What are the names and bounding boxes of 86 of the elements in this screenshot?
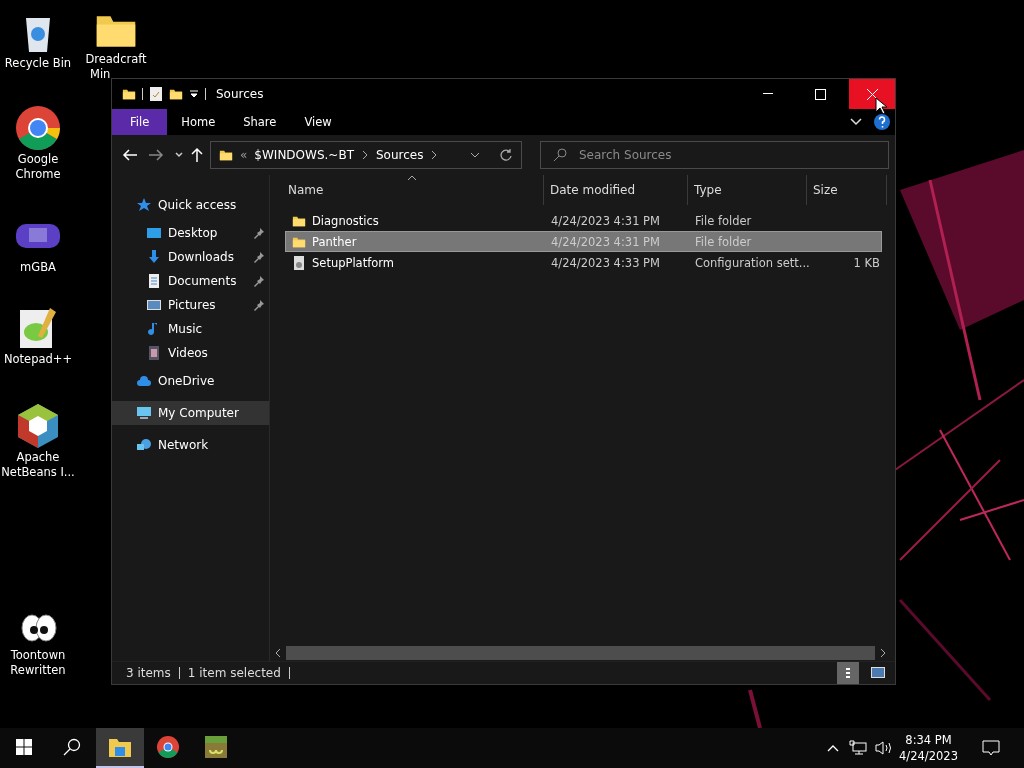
chevron-down-icon[interactable]	[470, 150, 480, 160]
file-name-cell: SetupPlatform	[286, 254, 545, 271]
desktop-icon-label[interactable]: Apache NetBeans I...	[0, 450, 76, 480]
desktop-icon-label[interactable]: Dreadcraft	[85, 52, 147, 67]
minimize-icon	[763, 93, 773, 95]
properties-icon[interactable]	[149, 86, 163, 102]
chevron-right-icon	[360, 150, 369, 160]
file-row[interactable]: Diagnostics 4/24/2023 4:31 PM File folder	[285, 210, 882, 231]
address-bar[interactable]: « $WINDOWS.~BT Sources	[210, 141, 522, 169]
navigation-item[interactable]: Music	[112, 317, 269, 341]
desktop-icon-label[interactable]: mGBA	[20, 260, 56, 275]
clock[interactable]: 8:34 PM 4/24/2023	[899, 732, 958, 764]
close-icon	[866, 88, 878, 100]
speaker-icon[interactable]	[875, 740, 894, 756]
desktop-icon-label[interactable]: Notepad++	[3, 352, 73, 367]
maximize-icon	[814, 88, 826, 100]
desktop-icon-label[interactable]: Min	[90, 67, 111, 82]
file-name-cell: Diagnostics	[286, 213, 545, 228]
column-header[interactable]: Date modified	[544, 175, 688, 205]
desktop-icon-label[interactable]: Google Chrome	[0, 152, 76, 182]
dropdown-icon[interactable]	[189, 89, 199, 99]
window-title: Sources	[216, 87, 265, 101]
network-icon[interactable]	[849, 740, 868, 756]
chrome-icon	[156, 735, 180, 759]
new-folder-icon	[169, 87, 183, 101]
column-header[interactable]: Name	[282, 175, 544, 205]
document-icon	[146, 273, 162, 289]
desktop-icon	[146, 225, 162, 241]
grass-block-icon	[204, 735, 228, 759]
recent-locations-icon[interactable]	[174, 150, 184, 160]
column-header[interactable]: Size	[807, 175, 887, 205]
film-icon	[146, 345, 162, 361]
ribbon-tab[interactable]: View	[290, 109, 346, 135]
folder-icon	[122, 87, 136, 101]
navigation-item[interactable]: Downloads	[112, 245, 269, 269]
navigation-item[interactable]: OneDrive	[112, 369, 269, 393]
size-cell-text: 1 KB	[852, 255, 880, 270]
folder-icon	[219, 148, 233, 162]
type-cell-text: File folder	[694, 234, 753, 249]
status-text: 1 item selected	[187, 666, 281, 680]
star-icon	[136, 197, 152, 213]
file-name-cell: Panther	[286, 234, 545, 249]
computer-icon	[136, 405, 152, 421]
navigation-item[interactable]: Network	[112, 433, 269, 457]
desktop-icon-label[interactable]: Toontown Rewritten	[0, 648, 76, 678]
type-cell-text: Configuration sett...	[694, 255, 811, 270]
chrome-icon	[14, 104, 62, 152]
pictures-icon	[146, 297, 162, 313]
windows-logo-icon	[16, 739, 32, 755]
details-view-icon[interactable]	[837, 662, 859, 684]
navigation-item[interactable]: Documents	[112, 269, 269, 293]
type-cell-text: File folder	[694, 213, 753, 228]
navigation-item[interactable]: Videos	[112, 341, 269, 365]
search-icon	[553, 148, 567, 162]
date-cell-text: 4/24/2023 4:31 PM	[550, 234, 661, 249]
overflow-indicator[interactable]: «	[240, 148, 248, 162]
navigation-item[interactable]: Desktop	[112, 221, 269, 245]
breadcrumb[interactable]: Sources	[375, 148, 424, 162]
file-menu-tab[interactable]: File	[112, 109, 168, 135]
ribbon-tab[interactable]: Share	[229, 109, 291, 135]
taskbar-app[interactable]	[96, 728, 144, 768]
status-text: 3 items	[126, 666, 171, 680]
chevron-right-icon	[430, 150, 439, 160]
sort-ascending-icon	[407, 175, 417, 181]
date-cell-text: 4/24/2023 4:31 PM	[550, 213, 661, 228]
ribbon-tab[interactable]: Home	[167, 109, 230, 135]
navigation-item[interactable]: Pictures	[112, 293, 269, 317]
file-row[interactable]: SetupPlatform 4/24/2023 4:33 PM Configuration sett... 1 KB	[285, 252, 882, 273]
navigation-item[interactable]: Quick access	[112, 193, 269, 217]
file-row[interactable]: Panther 4/24/2023 4:31 PM File folder	[285, 231, 882, 252]
search-field[interactable]: Search Sources	[540, 141, 889, 169]
settings-file-icon	[292, 254, 306, 271]
back-arrow-icon[interactable]	[122, 148, 138, 162]
folder-icon	[108, 736, 132, 758]
download-arrow-icon	[146, 249, 162, 265]
network-icon	[136, 437, 152, 453]
breadcrumb[interactable]: $WINDOWS.~BT	[254, 148, 354, 162]
notification-icon[interactable]	[982, 739, 1000, 757]
refresh-icon[interactable]	[499, 148, 513, 162]
search-icon	[63, 738, 81, 756]
navigation-item[interactable]: My Computer	[112, 401, 269, 425]
column-header[interactable]: Type	[688, 175, 807, 205]
desktop-icon-label[interactable]: Recycle Bin	[4, 56, 72, 71]
date-cell-text: 4/24/2023 4:33 PM	[550, 255, 661, 270]
up-arrow-icon[interactable]	[190, 147, 204, 163]
cloud-icon	[136, 373, 152, 389]
